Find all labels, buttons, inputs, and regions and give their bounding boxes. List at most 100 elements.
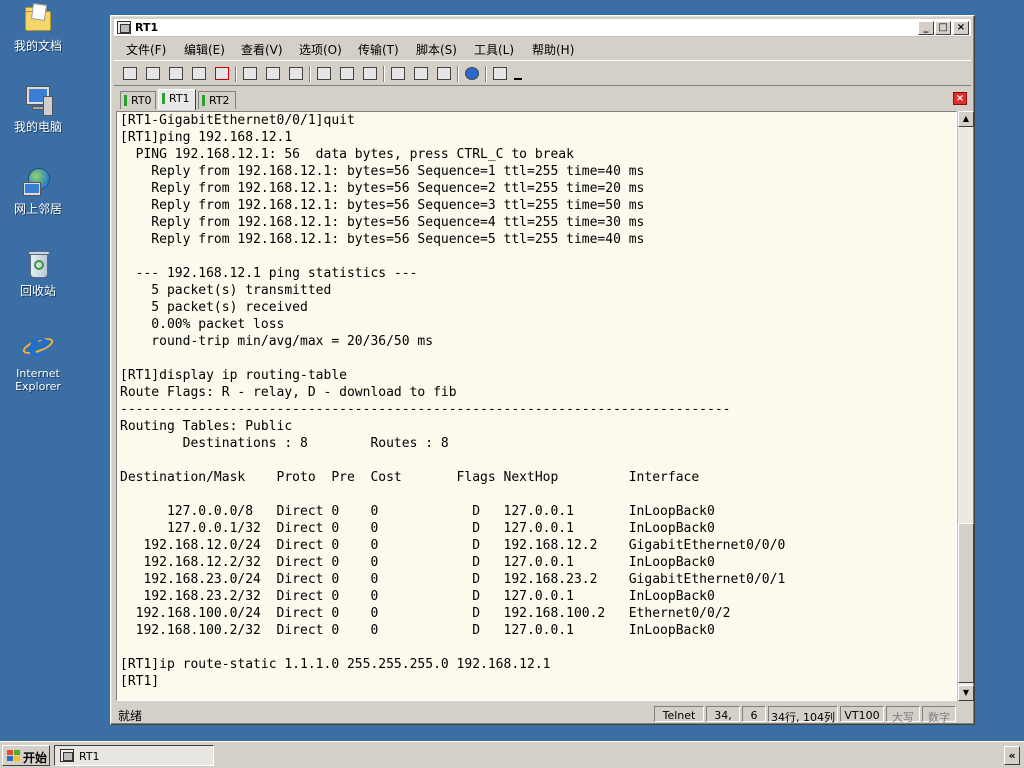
status-num: 数字 — [922, 706, 956, 724]
taskbar-item-rt1[interactable]: RT1 — [54, 745, 214, 766]
tab-rt2[interactable]: RT2 — [198, 91, 236, 109]
desktop-icon-label: Internet Explorer — [15, 367, 61, 393]
find-icon[interactable] — [287, 65, 305, 82]
tab-rt0[interactable]: RT0 — [120, 91, 156, 109]
close-button[interactable]: × — [953, 21, 969, 35]
print-screen-icon[interactable] — [338, 65, 356, 82]
windows-logo-icon — [7, 750, 20, 762]
terminal-line: Reply from 192.168.12.1: bytes=56 Sequen… — [120, 164, 645, 179]
maximize-button[interactable]: □ — [935, 21, 951, 35]
menu-transfer[interactable]: 传输(T) — [358, 41, 399, 58]
help-icon[interactable] — [463, 65, 481, 82]
terminal-line: [RT1]display ip routing-table — [120, 368, 347, 383]
terminal-line: PING 192.168.12.1: 56 data bytes, press … — [120, 147, 574, 162]
tab-rt1[interactable]: RT1 — [158, 89, 196, 110]
keymap-icon[interactable] — [491, 65, 509, 82]
terminal-line: Route Flags: R - relay, D - download to … — [120, 385, 457, 400]
start-button[interactable]: 开始 — [2, 745, 50, 766]
menu-edit[interactable]: 编辑(E) — [184, 41, 225, 58]
computer-icon — [21, 84, 55, 118]
terminal-line: 192.168.12.0/24 Direct 0 0 D 192.168.12.… — [120, 538, 786, 553]
copy-icon[interactable] — [241, 65, 259, 82]
desktop-icon-label: 回收站 — [19, 284, 56, 298]
terminal-line: [RT1] — [120, 674, 160, 689]
terminal-line: 127.0.0.0/8 Direct 0 0 D 127.0.0.1 InLoo… — [120, 504, 715, 519]
desktop-icon-label: 网上邻居 — [13, 202, 62, 216]
terminal-line: Destinations : 8 Routes : 8 — [120, 436, 449, 451]
desktop-icon-internet-explorer[interactable]: e Internet Explorer — [4, 328, 72, 393]
terminal-window: RT1 _ □ × 文件(F) 编辑(E) 查看(V) 选项(O) 传输(T) … — [110, 15, 975, 725]
terminal-line: [RT1-GigabitEthernet0/0/1]quit — [120, 113, 355, 128]
terminal-line: 127.0.0.1/32 Direct 0 0 D 127.0.0.1 InLo… — [120, 521, 715, 536]
toolbar — [114, 60, 971, 86]
menu-options[interactable]: 选项(O) — [299, 41, 342, 58]
scroll-down-icon[interactable]: ▼ — [958, 685, 974, 701]
print-icon[interactable] — [315, 65, 333, 82]
menu-tools[interactable]: 工具(L) — [474, 41, 514, 58]
title-bar[interactable]: RT1 _ □ × — [114, 19, 971, 37]
status-row: 34, — [706, 706, 740, 722]
terminal-line: 5 packet(s) transmitted — [120, 283, 332, 298]
vertical-scrollbar[interactable]: ▲ ▼ — [957, 111, 974, 701]
close-tab-icon[interactable]: × — [953, 92, 967, 105]
status-caps: 大写 — [886, 706, 920, 724]
connect-icon[interactable] — [121, 65, 139, 82]
status-col: 6 — [742, 706, 766, 722]
tab-label: RT2 — [209, 94, 230, 107]
terminal-line: Reply from 192.168.12.1: bytes=56 Sequen… — [120, 215, 645, 230]
start-label: 开始 — [23, 751, 48, 765]
status-text: 就绪 — [118, 709, 143, 723]
global-options-icon[interactable] — [412, 65, 430, 82]
terminal-line: 192.168.23.0/24 Direct 0 0 D 192.168.23.… — [120, 572, 786, 587]
menu-script[interactable]: 脚本(S) — [416, 41, 457, 58]
tray-expand-icon[interactable]: « — [1004, 746, 1020, 765]
desktop-icon-recycle-bin[interactable]: 回收站 — [4, 248, 72, 298]
desktop-icon-my-documents[interactable]: 我的文档 — [4, 3, 72, 53]
status-bar: 就绪 Telnet 34, 6 34行, 104列 VT100 大写 数字 — [114, 704, 971, 724]
toolbar-overflow-icon[interactable] — [512, 65, 522, 82]
scroll-thumb[interactable] — [958, 523, 974, 683]
terminal-line: 0.00% packet loss — [120, 317, 285, 332]
terminal-line: round-trip min/avg/max = 20/36/50 ms — [120, 334, 434, 349]
scroll-up-icon[interactable]: ▲ — [958, 111, 974, 127]
desktop-icon-label: 我的文档 — [13, 39, 62, 53]
minimize-button[interactable]: _ — [918, 21, 934, 35]
paste-icon[interactable] — [264, 65, 282, 82]
network-icon — [21, 166, 55, 200]
terminal-line: Reply from 192.168.12.1: bytes=56 Sequen… — [120, 198, 645, 213]
recycle-bin-icon — [21, 248, 55, 282]
status-protocol: Telnet — [654, 706, 704, 722]
terminal-line: 5 packet(s) received — [120, 300, 308, 315]
taskbar: 开始 RT1 « — [0, 741, 1024, 768]
connected-marker-icon — [162, 93, 165, 104]
terminal-line: ----------------------------------------… — [120, 402, 731, 417]
internet-explorer-icon: e — [20, 328, 56, 364]
terminal-output[interactable]: [RT1-GigabitEthernet0/0/1]quit [RT1]ping … — [116, 111, 957, 701]
menu-file[interactable]: 文件(F) — [126, 41, 166, 58]
menu-help[interactable]: 帮助(H) — [532, 41, 574, 58]
app-icon — [117, 21, 131, 34]
terminal-line: [RT1]ping 192.168.12.1 — [120, 130, 293, 145]
app-icon — [60, 749, 74, 762]
reconnect-icon[interactable] — [190, 65, 208, 82]
connect-tab-icon[interactable] — [167, 65, 185, 82]
terminal-line: 192.168.100.0/24 Direct 0 0 D 192.168.10… — [120, 606, 731, 621]
terminal-line: 192.168.100.2/32 Direct 0 0 D 127.0.0.1 … — [120, 623, 715, 638]
menu-view[interactable]: 查看(V) — [241, 41, 283, 58]
terminal-line: 192.168.23.2/32 Direct 0 0 D 127.0.0.1 I… — [120, 589, 715, 604]
key-icon[interactable] — [435, 65, 453, 82]
terminal-line: Reply from 192.168.12.1: bytes=56 Sequen… — [120, 181, 645, 196]
disconnect-icon[interactable] — [213, 65, 231, 82]
desktop-icon-network-places[interactable]: 网上邻居 — [4, 166, 72, 216]
window-title: RT1 — [135, 21, 159, 34]
menu-bar: 文件(F) 编辑(E) 查看(V) 选项(O) 传输(T) 脚本(S) 工具(L… — [114, 38, 971, 58]
quick-connect-icon[interactable] — [144, 65, 162, 82]
terminal-line: 192.168.12.2/32 Direct 0 0 D 127.0.0.1 I… — [120, 555, 715, 570]
desktop-icon-my-computer[interactable]: 我的电脑 — [4, 84, 72, 134]
print-setup-icon[interactable] — [361, 65, 379, 82]
taskbar-item-label: RT1 — [79, 750, 100, 763]
session-tabs: RT0 RT1 RT2 × — [114, 88, 971, 110]
session-options-icon[interactable] — [389, 65, 407, 82]
